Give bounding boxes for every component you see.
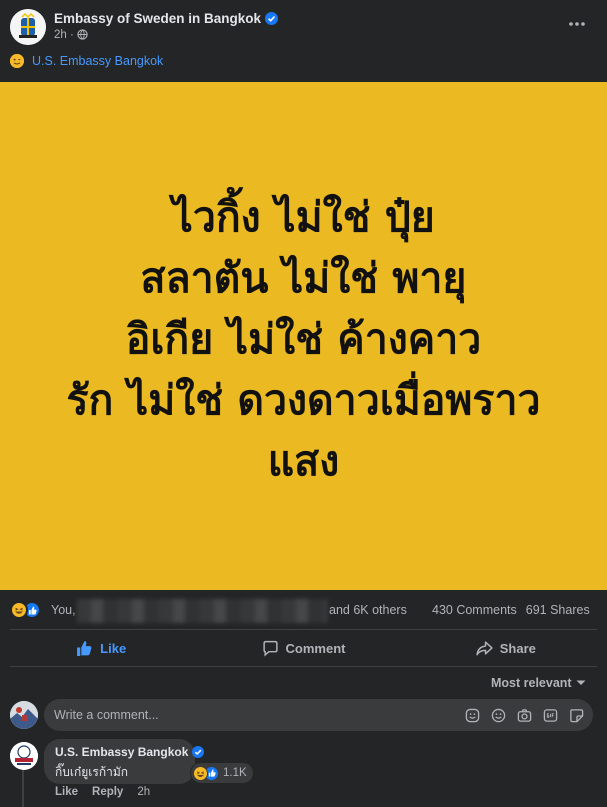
comment-text: กิ๊บเก๋ยูเรก้ามัก: [55, 765, 129, 779]
comment-button[interactable]: Comment: [202, 631, 404, 665]
image-text-line: สลาตัน ไม่ใช่ พายุ: [140, 254, 467, 302]
haha-reaction-icon: [10, 601, 28, 619]
camera-icon: [517, 708, 531, 722]
comments-count[interactable]: 430 Comments: [432, 603, 517, 617]
shares-count[interactable]: 691 Shares: [526, 603, 590, 617]
post-header: Embassy of Sweden in Bangkok 2h · U.S. E…: [0, 0, 607, 82]
gif-icon: [543, 708, 557, 722]
image-text: ไวกิ้ง ไม่ใช่ ปุ๋ย สลาตัน ไม่ใช่ พายุ อิ…: [0, 187, 607, 492]
page-name-text[interactable]: Embassy of Sweden in Bangkok: [54, 11, 261, 26]
image-text-line: แสง: [267, 437, 340, 485]
more-options-button[interactable]: [565, 12, 589, 36]
image-text-line: รัก ไม่ใช่ ดวงดาวเมื่อพราว: [66, 376, 541, 424]
commenter-avatar[interactable]: [10, 742, 38, 770]
comment-reactions[interactable]: 1.1K: [191, 763, 253, 783]
comment-author-name[interactable]: U.S. Embassy Bangkok: [55, 745, 188, 759]
verified-badge-icon: [192, 746, 205, 758]
page-name[interactable]: Embassy of Sweden in Bangkok: [54, 11, 279, 26]
more-dots-icon: [569, 22, 585, 26]
reaction-icons[interactable]: [10, 601, 46, 619]
share-label: Share: [499, 640, 536, 656]
globe-icon: [77, 29, 88, 40]
comment-reply-link[interactable]: Reply: [92, 786, 123, 798]
image-text-line: ไวกิ้ง ไม่ใช่ ปุ๋ย: [172, 193, 435, 241]
comment-input[interactable]: [54, 699, 454, 731]
sticker-button[interactable]: [463, 706, 481, 724]
gif-button[interactable]: [541, 706, 559, 724]
engagement-counts: 430 Comments 691 Shares: [432, 603, 590, 617]
divider: [10, 629, 597, 630]
comment-reaction-count: 1.1K: [223, 767, 247, 779]
post-meta: 2h ·: [54, 29, 88, 41]
like-button[interactable]: Like: [0, 631, 202, 665]
image-text-line: อิเกีย ไม่ใช่ ค้างคาว: [125, 315, 482, 363]
comment-time[interactable]: 2h: [137, 786, 150, 798]
avatar-sticker-button[interactable]: [567, 706, 585, 724]
post-time[interactable]: 2h: [54, 29, 67, 41]
comment-like-link[interactable]: Like: [55, 786, 78, 798]
reactions-summary: You, and 6K others 430 Comments 691 Share…: [0, 593, 607, 629]
composer-tools: [455, 706, 585, 724]
tag-line: U.S. Embassy Bangkok: [10, 54, 163, 68]
comment-sort-label: Most relevant: [491, 676, 572, 690]
action-bar: Like Comment Share: [0, 631, 607, 665]
comment-author[interactable]: U.S. Embassy Bangkok: [55, 745, 205, 759]
comment-sort-dropdown[interactable]: Most relevant: [491, 676, 586, 690]
page-avatar[interactable]: [10, 9, 46, 45]
verified-badge-icon: [265, 12, 279, 25]
chevron-down-icon: [576, 680, 586, 685]
photo-button[interactable]: [515, 706, 533, 724]
emoji-button[interactable]: [489, 706, 507, 724]
comment-composer[interactable]: [44, 699, 593, 731]
reactor-you[interactable]: You,: [51, 603, 76, 617]
comment-actions: Like Reply 2h: [55, 786, 150, 798]
divider: [10, 666, 597, 667]
winking-emoji-icon: [10, 54, 24, 68]
thread-line: [22, 770, 24, 807]
share-button[interactable]: Share: [405, 631, 607, 665]
smile-icon: [491, 708, 505, 722]
comment-bubble: U.S. Embassy Bangkok กิ๊บเก๋ยูเรก้ามัก: [44, 739, 205, 784]
share-arrow-icon: [476, 640, 493, 655]
haha-reaction-icon: [193, 765, 208, 781]
comment-label: Comment: [285, 640, 346, 656]
post-card: Embassy of Sweden in Bangkok 2h · U.S. E…: [0, 0, 607, 807]
user-avatar[interactable]: [10, 701, 38, 729]
avatar-sticker-icon: [569, 708, 583, 722]
blurred-names: [77, 599, 328, 623]
tagged-page-link[interactable]: U.S. Embassy Bangkok: [32, 54, 163, 68]
like-thumb-icon: [77, 640, 92, 656]
sticker-icon: [465, 708, 479, 722]
like-label: Like: [100, 640, 127, 656]
post-image[interactable]: ไวกิ้ง ไม่ใช่ ปุ๋ย สลาตัน ไม่ใช่ พายุ อิ…: [0, 82, 607, 590]
reactor-others[interactable]: and 6K others: [329, 603, 407, 617]
comment-bubble-icon: [262, 640, 278, 656]
